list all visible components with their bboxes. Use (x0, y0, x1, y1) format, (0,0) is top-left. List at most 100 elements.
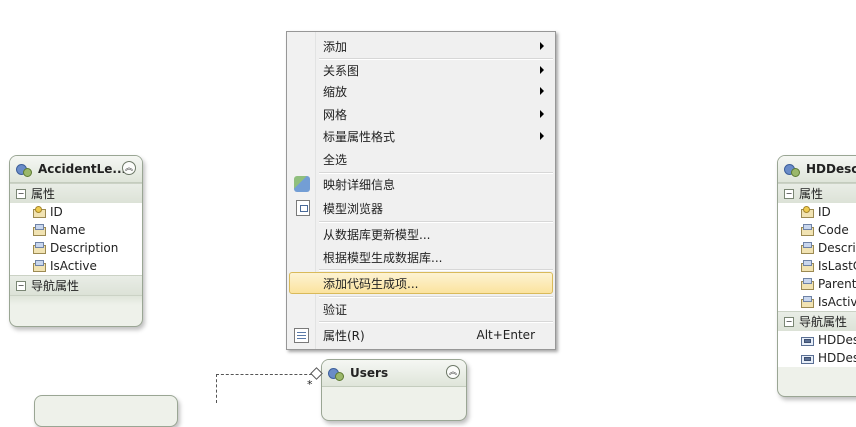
menu-item-label: 全选 (323, 152, 348, 167)
entity-header[interactable]: AccidentLe... ︽ (10, 156, 142, 183)
property-name: Code (818, 223, 849, 237)
property-row[interactable]: IsActiv (778, 293, 856, 311)
entity-type-icon (16, 162, 32, 177)
submenu-arrow-icon (540, 42, 544, 50)
menu-item-diagram[interactable]: 关系图 (289, 59, 553, 81)
menu-item-label: 映射详细信息 (323, 177, 396, 192)
association-line[interactable] (216, 374, 317, 403)
property-row[interactable]: Descrip (778, 239, 856, 257)
menu-item-model-browser[interactable]: 模型浏览器 (289, 197, 553, 219)
entity-title: Users (350, 366, 389, 380)
property-row[interactable]: Name (10, 221, 142, 239)
property-row[interactable]: Parent (778, 275, 856, 293)
menu-separator (319, 269, 553, 271)
property-row[interactable]: ID (10, 203, 142, 221)
property-name: ID (818, 205, 831, 219)
menu-item-validate[interactable]: 验证 (289, 298, 553, 320)
section-toggle-icon[interactable]: − (16, 280, 26, 291)
entity-title: AccidentLe... (38, 162, 127, 176)
property-row[interactable]: ID (778, 203, 856, 221)
entity-header[interactable]: HDDescr (778, 156, 856, 183)
multiplicity-label: * (307, 378, 313, 391)
entity-type-icon (328, 366, 344, 381)
menu-item-scalar-format[interactable]: 标量属性格式 (289, 125, 553, 147)
entity-hd[interactable]: HDDescr − 属性 ID Code Descrip IsLastC Par… (777, 155, 856, 397)
menu-item-label: 关系图 (323, 63, 360, 78)
menu-item-update-from-db[interactable]: 从数据库更新模型... (289, 223, 553, 245)
property-name: IsLastC (818, 259, 856, 273)
menu-item-grid[interactable]: 网格 (289, 103, 553, 125)
property-name: ID (50, 205, 63, 219)
submenu-arrow-icon (540, 110, 544, 118)
menu-item-mapping-details[interactable]: 映射详细信息 (289, 173, 553, 195)
property-row[interactable]: IsLastC (778, 257, 856, 275)
menu-item-label: 根据模型生成数据库... (323, 250, 443, 265)
nav-section-header[interactable]: − 导航属性 (10, 275, 142, 295)
mapping-details-icon (294, 176, 310, 192)
menu-item-add-code-gen[interactable]: 添加代码生成项... (289, 272, 553, 294)
context-menu[interactable]: 添加 关系图 缩放 网格 标量属性格式 全选 映射详细信息 模型浏览器 从数据库… (286, 31, 556, 350)
property-name: HDDes (818, 333, 856, 347)
navigation-property-icon (800, 334, 814, 346)
entity-users[interactable]: Users ︽ (321, 359, 467, 421)
property-name: HDDes (818, 351, 856, 365)
entity-type-icon (784, 162, 800, 177)
scalar-property-icon (32, 224, 46, 236)
menu-item-label: 缩放 (323, 84, 348, 99)
collapse-icon[interactable]: ︽ (122, 161, 136, 175)
menu-item-shortcut: Alt+Enter (476, 328, 535, 342)
property-name: IsActiv (818, 295, 856, 309)
property-name: Parent (818, 277, 856, 291)
menu-item-properties[interactable]: 属性(R) Alt+Enter (289, 324, 553, 346)
property-row[interactable]: IsActive (10, 257, 142, 275)
menu-item-zoom[interactable]: 缩放 (289, 80, 553, 102)
key-property-icon (800, 206, 814, 218)
properties-icon (294, 327, 309, 343)
submenu-arrow-icon (540, 66, 544, 74)
navigation-property-icon (800, 352, 814, 364)
menu-item-label: 标量属性格式 (323, 129, 396, 144)
entity-footer (10, 295, 142, 305)
property-name: Name (50, 223, 86, 237)
property-name: Descrip (818, 241, 856, 255)
scalar-property-icon (800, 224, 814, 236)
nav-property-row[interactable]: HDDes (778, 349, 856, 367)
menu-item-select-all[interactable]: 全选 (289, 148, 553, 170)
properties-section-header[interactable]: − 属性 (778, 183, 856, 203)
collapse-icon[interactable]: ︽ (446, 365, 460, 379)
menu-item-label: 模型浏览器 (323, 201, 384, 216)
property-name: Description (50, 241, 119, 255)
scalar-property-icon (800, 278, 814, 290)
menu-item-generate-db[interactable]: 根据模型生成数据库... (289, 246, 553, 268)
section-label: 属性 (799, 187, 824, 201)
entity-partial[interactable] (34, 395, 178, 427)
section-toggle-icon[interactable]: − (16, 188, 26, 199)
nav-section-header[interactable]: − 导航属性 (778, 311, 856, 331)
nav-property-row[interactable]: HDDes (778, 331, 856, 349)
section-label: 属性 (31, 187, 56, 201)
property-row[interactable]: Code (778, 221, 856, 239)
model-browser-icon (296, 200, 310, 216)
entity-accident[interactable]: AccidentLe... ︽ − 属性 ID Name Description… (9, 155, 143, 327)
scalar-property-icon (32, 260, 46, 272)
section-toggle-icon[interactable]: − (784, 316, 794, 327)
entity-header[interactable]: Users ︽ (322, 360, 466, 387)
menu-item-label: 网格 (323, 107, 348, 122)
submenu-arrow-icon (540, 132, 544, 140)
scalar-property-icon (32, 242, 46, 254)
submenu-arrow-icon (540, 87, 544, 95)
menu-item-label: 从数据库更新模型... (323, 227, 431, 242)
key-property-icon (32, 206, 46, 218)
menu-item-label: 添加代码生成项... (323, 276, 419, 291)
menu-item-label: 属性(R) (323, 328, 365, 343)
menu-item-add[interactable]: 添加 (289, 35, 553, 57)
menu-item-label: 验证 (323, 302, 348, 317)
scalar-property-icon (800, 242, 814, 254)
property-row[interactable]: Description (10, 239, 142, 257)
properties-section-header[interactable]: − 属性 (10, 183, 142, 203)
section-toggle-icon[interactable]: − (784, 188, 794, 199)
menu-separator (319, 321, 553, 323)
section-label: 导航属性 (799, 315, 848, 329)
scalar-property-icon (800, 296, 814, 308)
entity-title: HDDescr (806, 162, 856, 176)
